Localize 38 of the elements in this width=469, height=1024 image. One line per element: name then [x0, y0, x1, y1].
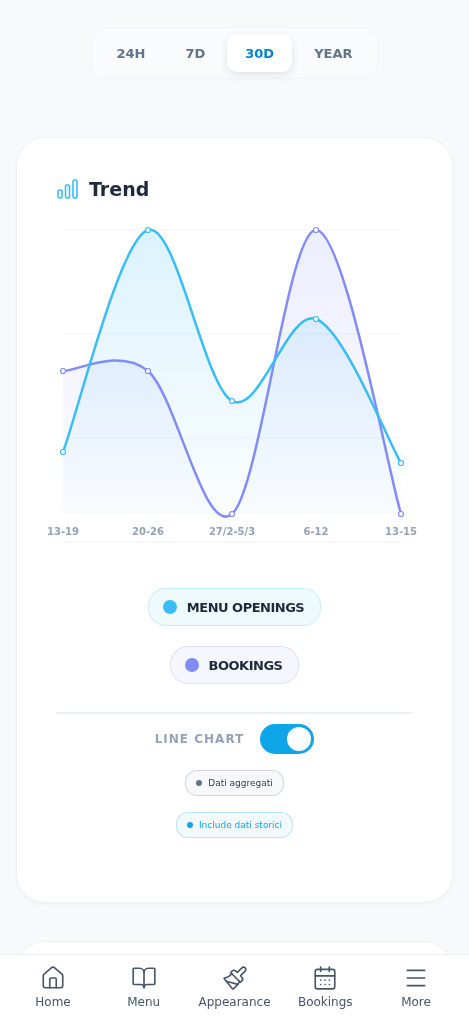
data-point — [144, 226, 151, 234]
data-point — [397, 459, 404, 467]
period-tab[interactable]: 30D — [227, 34, 293, 72]
period-tab[interactable]: 24H — [98, 34, 164, 72]
paintbrush-icon — [221, 965, 248, 991]
book-icon — [130, 965, 157, 991]
calendar-icon — [312, 965, 339, 991]
data-point — [144, 367, 151, 375]
chip-label: Include dati storici — [198, 820, 283, 830]
data-point — [59, 448, 66, 456]
line-chart-switch[interactable] — [260, 724, 315, 754]
nav-item[interactable]: Home — [8, 955, 98, 1024]
bar-chart-icon — [57, 179, 79, 199]
nav-item[interactable]: Menu — [98, 955, 189, 1024]
axis-label: 27/2-5/3 — [208, 526, 255, 537]
legend-label: MENU OPENINGS — [186, 599, 305, 615]
axis-label: 13-15 — [384, 526, 417, 537]
data-point — [59, 367, 66, 375]
legend-pill[interactable]: MENU OPENINGS — [147, 588, 322, 626]
period-tab[interactable]: YEAR — [296, 34, 371, 72]
house-icon — [40, 965, 66, 991]
data-point — [312, 315, 319, 323]
nav-item[interactable]: Bookings — [280, 955, 371, 1024]
card-title: Trend — [89, 178, 150, 200]
axis-label: 20-26 — [131, 526, 164, 537]
legend-pill[interactable]: BOOKINGS — [169, 646, 300, 684]
data-point — [312, 226, 319, 234]
nav-item[interactable]: More — [371, 955, 461, 1024]
axis-label: 13-19 — [46, 526, 79, 537]
toggle-label: LINE CHART — [154, 732, 245, 746]
axis-label: 6-12 — [303, 526, 328, 537]
legend-label: BOOKINGS — [208, 657, 283, 673]
data-point — [397, 510, 404, 518]
nav-item[interactable]: Appearance — [189, 955, 280, 1024]
period-tab[interactable]: 7D — [167, 34, 224, 72]
data-point — [228, 510, 235, 518]
data-point — [228, 397, 235, 405]
chip-label: Dati aggregati — [208, 778, 273, 788]
